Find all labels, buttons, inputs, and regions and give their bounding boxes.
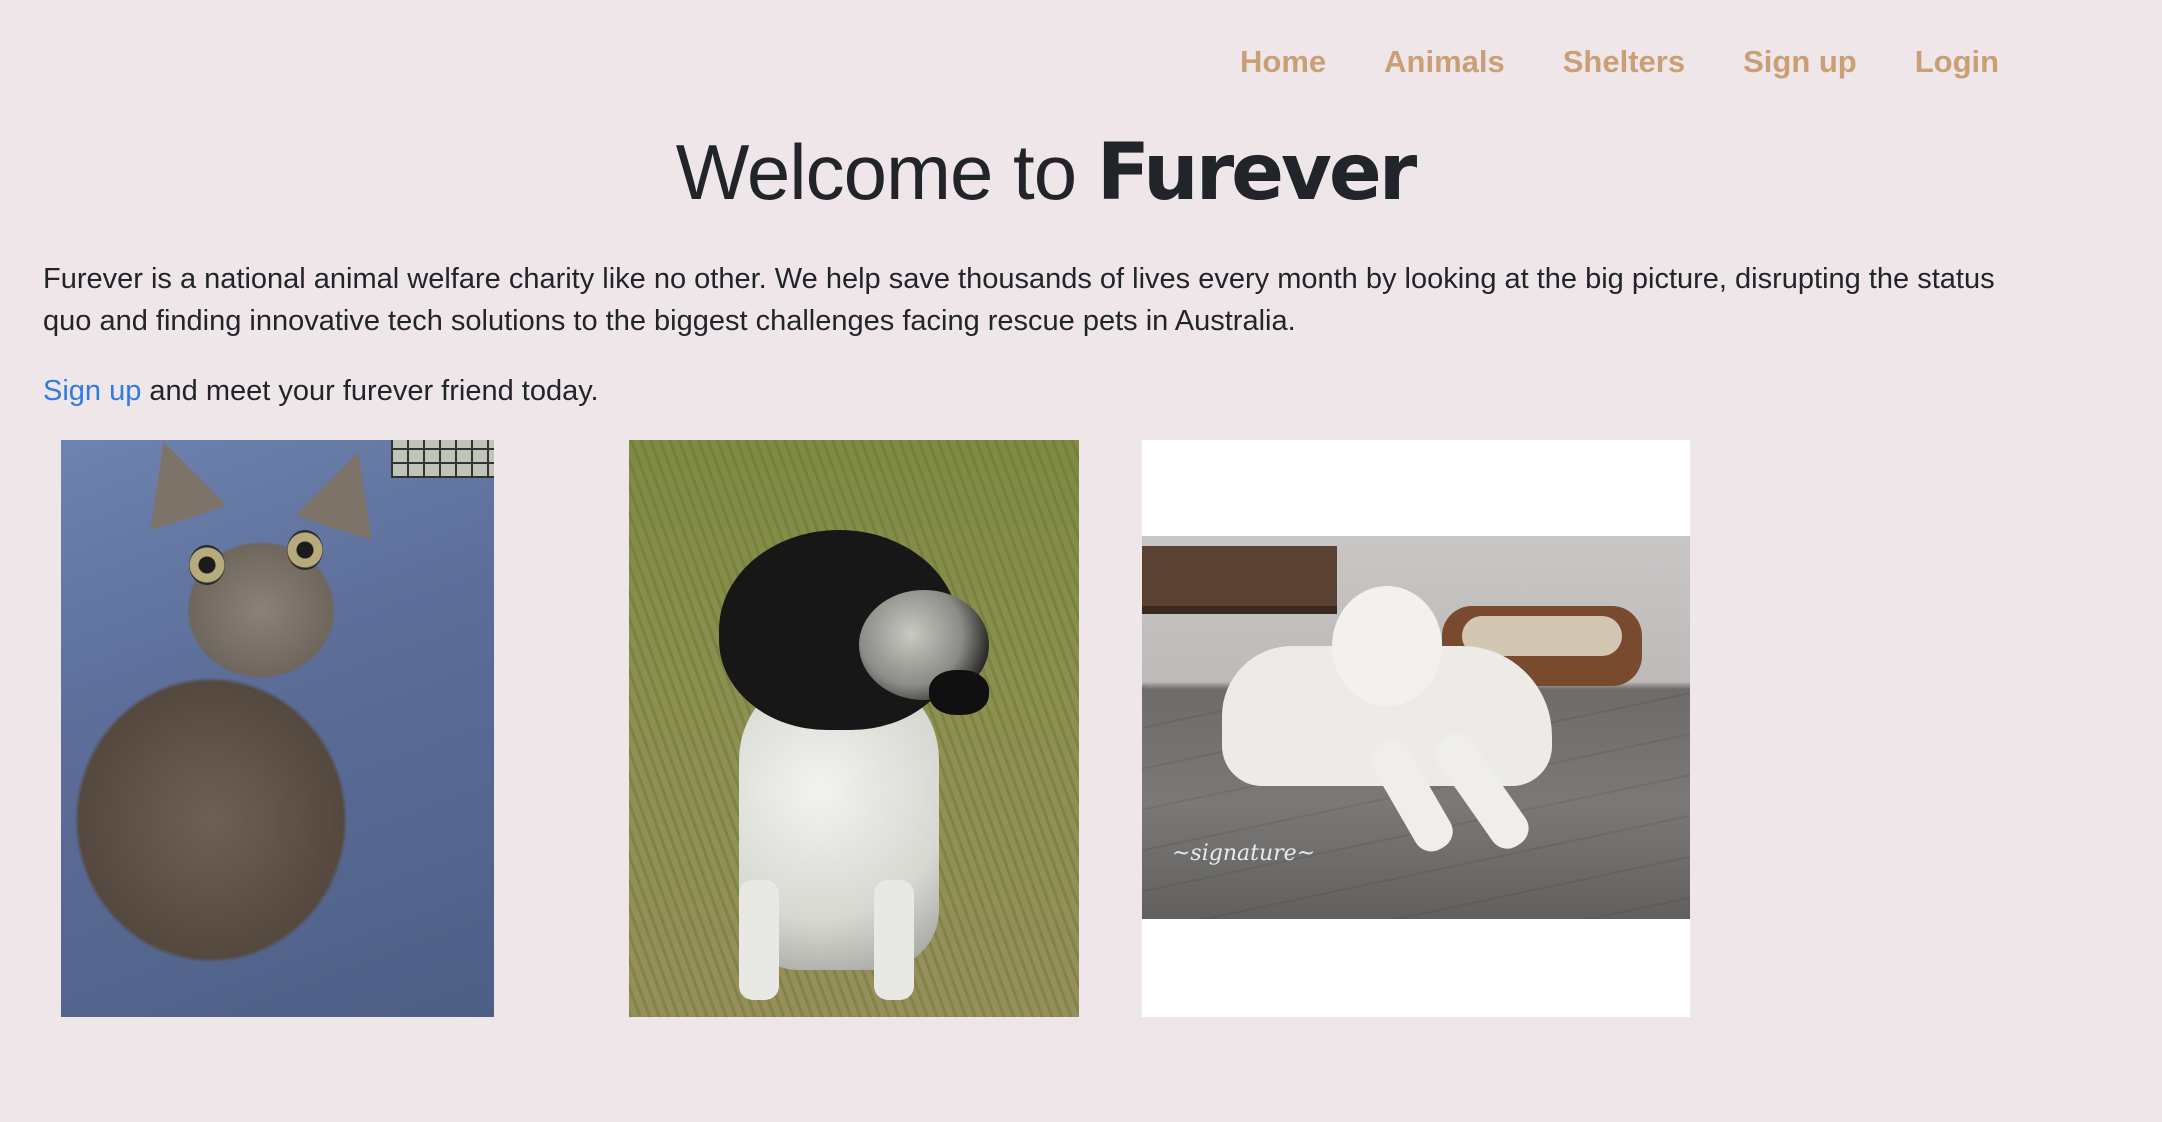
title-prefix: Welcome to	[675, 128, 1097, 216]
brand-name: Furever	[1096, 128, 1418, 218]
cta-text: and meet your furever friend today.	[141, 375, 599, 407]
white-dog-photo: ~signature~	[1142, 440, 1690, 1017]
black-white-dog-photo	[629, 440, 1079, 1017]
tabby-kitten-photo	[61, 440, 494, 1017]
page: Home Animals Shelters Sign up Login Welc…	[0, 0, 2162, 1122]
signup-cta: Sign up and meet your furever friend tod…	[43, 370, 599, 412]
signup-inline-link[interactable]: Sign up	[43, 375, 141, 407]
nav-animals-link[interactable]: Animals	[1384, 40, 1505, 84]
nav-shelters-link[interactable]: Shelters	[1563, 40, 1685, 84]
page-title: Welcome to Furever	[0, 122, 2090, 223]
nav-home-link[interactable]: Home	[1240, 40, 1326, 84]
photographer-signature: ~signature~	[1172, 841, 1316, 866]
nav-login-link[interactable]: Login	[1915, 40, 1999, 84]
intro-paragraph: Furever is a national animal welfare cha…	[43, 263, 1995, 337]
top-nav: Home Animals Shelters Sign up Login	[1240, 40, 2057, 84]
nav-signup-link[interactable]: Sign up	[1743, 40, 1857, 84]
